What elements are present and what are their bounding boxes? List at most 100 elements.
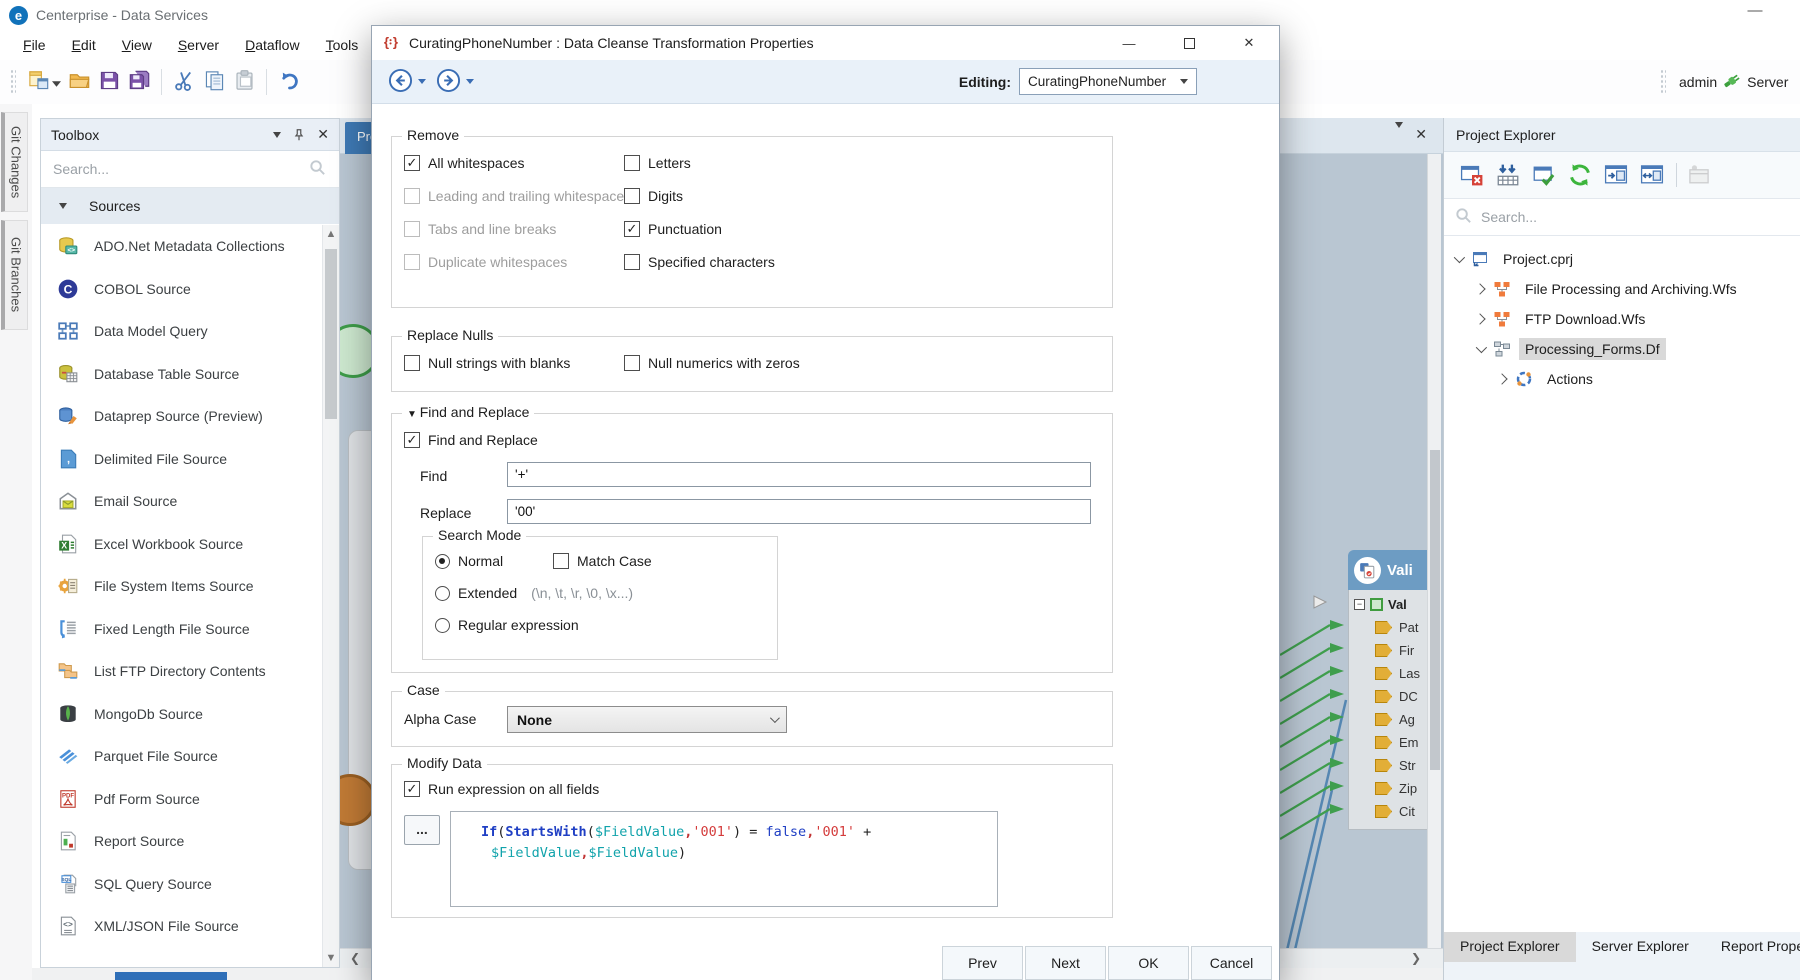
forward-dropdown-icon[interactable]: [466, 79, 474, 84]
open-button[interactable]: [64, 66, 94, 98]
find-input[interactable]: [507, 462, 1091, 487]
radio-icon[interactable]: [435, 618, 450, 633]
checkbox-icon[interactable]: [404, 254, 420, 270]
find-replace-enable-checkbox[interactable]: ✓ Find and Replace: [404, 432, 538, 448]
tab-git-changes[interactable]: Git Changes: [1, 112, 28, 212]
panel-tab-project-explorer[interactable]: Project Explorer: [1444, 932, 1576, 962]
copy-button[interactable]: [199, 66, 229, 98]
radio-icon[interactable]: [435, 554, 450, 569]
toolbox-item[interactable]: CCOBOL Source: [41, 268, 323, 311]
panel-tab-report-prope[interactable]: Report Prope: [1705, 932, 1800, 962]
dialog-minimize-button[interactable]: —: [1099, 26, 1159, 60]
normal-radio[interactable]: Normal: [435, 553, 503, 569]
toolbox-item[interactable]: XExcel Workbook Source: [41, 523, 323, 566]
tree-item-ftp-download-wfs[interactable]: FTP Download.Wfs: [1444, 304, 1800, 334]
scroll-left-icon[interactable]: ❮: [350, 951, 360, 965]
node-field[interactable]: Las: [1349, 662, 1435, 685]
undo-button[interactable]: [274, 66, 304, 98]
node-field[interactable]: Em: [1349, 731, 1435, 754]
node-field[interactable]: Ag: [1349, 708, 1435, 731]
ok-button[interactable]: OK: [1108, 946, 1189, 980]
chevron-right-icon[interactable]: [1474, 283, 1485, 294]
checkbox-tabs-and-line-breaks[interactable]: Tabs and line breaks: [404, 221, 556, 237]
scroll-up-icon[interactable]: ▲: [323, 228, 339, 240]
chevron-down-icon[interactable]: [1476, 342, 1487, 353]
toolbox-item[interactable]: SQLSQL Query Source: [41, 863, 323, 906]
tree-item-actions[interactable]: Actions: [1444, 364, 1800, 394]
menu-file[interactable]: File: [10, 33, 59, 57]
sources-section-header[interactable]: Sources: [41, 188, 339, 224]
toolbox-item[interactable]: PDFPdf Form Source: [41, 778, 323, 821]
node-expander-icon[interactable]: −: [1354, 599, 1365, 610]
chevron-right-icon[interactable]: [1474, 313, 1485, 324]
report-disabled-button[interactable]: [1685, 162, 1712, 189]
checkbox-icon[interactable]: ✓: [404, 155, 420, 171]
toolbox-item[interactable]: Report Source: [41, 820, 323, 863]
tree-item-project-cprj[interactable]: Project.cprj: [1444, 244, 1800, 274]
checkbox-letters[interactable]: Letters: [624, 155, 691, 171]
checkbox-icon[interactable]: [624, 188, 640, 204]
toolbox-item[interactable]: <>ADO.Net Metadata Collections: [41, 225, 323, 268]
checkbox-icon[interactable]: [553, 553, 569, 569]
checkbox-all-whitespaces[interactable]: ✓All whitespaces: [404, 155, 525, 171]
checkbox-icon[interactable]: ✓: [624, 221, 640, 237]
node-field[interactable]: Str: [1349, 754, 1435, 777]
forward-icon[interactable]: [436, 68, 461, 96]
toolbox-item[interactable]: Database Table Source: [41, 353, 323, 396]
panel-preview-button[interactable]: [1602, 162, 1629, 189]
node-field[interactable]: DC: [1349, 685, 1435, 708]
node-field[interactable]: Zip: [1349, 777, 1435, 800]
scroll-down-icon[interactable]: ▼: [323, 952, 339, 964]
node-field[interactable]: Pat: [1349, 616, 1435, 639]
node-root-row[interactable]: − Val: [1349, 593, 1435, 616]
main-minimize-button[interactable]: —: [1740, 2, 1770, 19]
alpha-case-combobox[interactable]: None: [507, 706, 787, 733]
toolbox-close-icon[interactable]: ✕: [317, 126, 329, 143]
expression-editor[interactable]: If(StartsWith($FieldValue,'001') = false…: [450, 811, 998, 907]
checkbox-null-strings-with-blanks[interactable]: Null strings with blanks: [404, 355, 570, 371]
back-icon[interactable]: [388, 68, 413, 96]
replace-input[interactable]: [507, 499, 1091, 524]
pane-menu-button[interactable]: [1395, 128, 1403, 144]
checkbox-icon[interactable]: ✓: [404, 781, 420, 797]
toolbox-item[interactable]: Dataprep Source (Preview): [41, 395, 323, 438]
extended-radio[interactable]: Extended (\n, \t, \r, \0, \x...): [435, 585, 633, 601]
refresh-button[interactable]: [1566, 162, 1593, 189]
next-button[interactable]: Next: [1025, 946, 1106, 980]
panel-tab-server-explorer[interactable]: Server Explorer: [1576, 932, 1705, 962]
checkbox-punctuation[interactable]: ✓Punctuation: [624, 221, 722, 237]
pin-icon[interactable]: [292, 128, 306, 142]
back-dropdown-icon[interactable]: [418, 79, 426, 84]
toolbox-item[interactable]: Fixed Length File Source: [41, 608, 323, 651]
toolbox-item[interactable]: MongoDb Source: [41, 693, 323, 736]
canvas-vertical-scrollbar[interactable]: [1427, 154, 1441, 948]
tree-item-file-processing-and-archiving-wfs[interactable]: File Processing and Archiving.Wfs: [1444, 274, 1800, 304]
dialog-close-button[interactable]: ✕: [1219, 26, 1279, 60]
chevron-down-icon[interactable]: [1454, 252, 1465, 263]
toolbox-item[interactable]: ,Delimited File Source: [41, 438, 323, 481]
paste-button[interactable]: [229, 66, 259, 98]
save-all-button[interactable]: [124, 66, 154, 98]
validation-node-header[interactable]: Vali: [1348, 550, 1436, 590]
save-button[interactable]: [94, 66, 124, 98]
match-case-checkbox[interactable]: Match Case: [553, 553, 652, 569]
toolbar-grip-right[interactable]: [1660, 69, 1666, 95]
scroll-right-icon[interactable]: ❯: [1411, 951, 1421, 965]
new-button[interactable]: [24, 66, 64, 98]
toolbox-scrollbar[interactable]: ▲ ▼: [322, 225, 339, 967]
radio-icon[interactable]: [435, 586, 450, 601]
node-field[interactable]: Cit: [1349, 800, 1435, 823]
checkbox-icon[interactable]: [404, 221, 420, 237]
checkbox-icon[interactable]: ✓: [404, 432, 420, 448]
dialog-titlebar[interactable]: {} CuratingPhoneNumber : Data Cleanse Tr…: [372, 26, 1279, 60]
tree-item-processing-forms-df[interactable]: Processing_Forms.Df: [1444, 334, 1800, 364]
checkbox-specified-characters[interactable]: Specified characters: [624, 254, 775, 270]
node-check-icon[interactable]: [1370, 598, 1383, 611]
chevron-right-icon[interactable]: [1496, 373, 1507, 384]
checkbox-icon[interactable]: [404, 355, 420, 371]
cut-button[interactable]: [169, 66, 199, 98]
menu-edit[interactable]: Edit: [59, 33, 109, 57]
checkbox-digits[interactable]: Digits: [624, 188, 683, 204]
checkbox-icon[interactable]: [624, 254, 640, 270]
dialog-maximize-button[interactable]: [1159, 26, 1219, 60]
